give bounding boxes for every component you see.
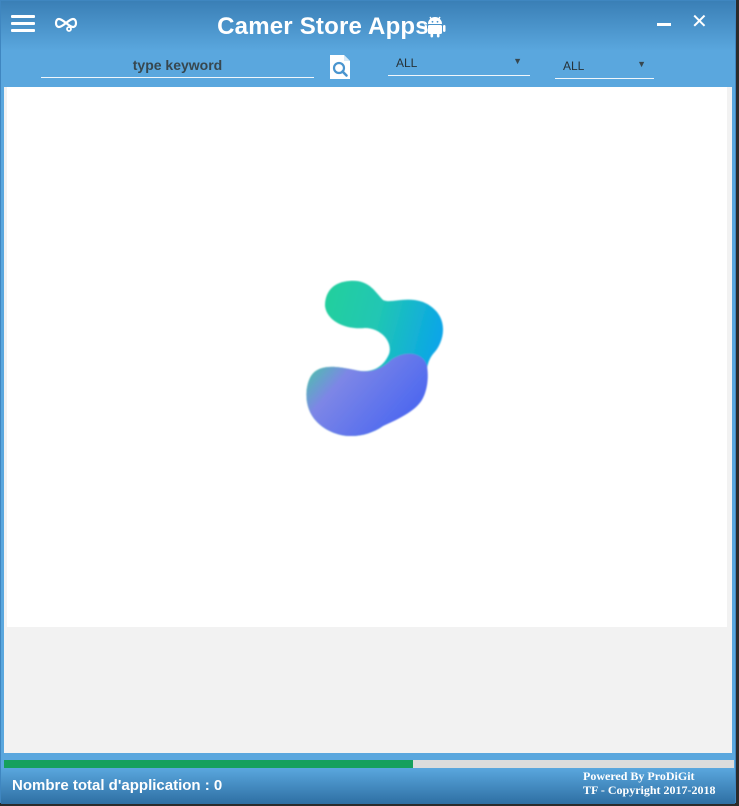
search-button[interactable] [328,53,352,81]
search-icon [330,55,350,79]
search-input[interactable] [41,53,314,78]
status-bar: Nombre total d'application : 0 Powered B… [1,768,735,804]
progress-fill [4,760,413,768]
type-filter-select[interactable]: ALL ▼ [555,56,654,79]
chevron-down-icon: ▼ [513,56,522,66]
loading-blob-icon [305,280,449,442]
category-filter-value: ALL [396,56,418,70]
close-button[interactable]: ✕ [691,12,711,32]
window-title: Camer Store Apps [217,13,429,40]
chevron-down-icon: ▼ [637,59,646,69]
credits: Powered By ProDiGit TF - Copyright 2017-… [583,769,716,797]
title-bar[interactable]: Camer Store Apps ✕ [1,1,735,51]
total-apps-label: Nombre total d'application : 0 [12,777,223,794]
loading-progress-bar [4,760,734,768]
type-filter-value: ALL [563,59,585,73]
minimize-icon [657,23,671,26]
android-icon[interactable] [424,14,446,38]
copyright-text: TF - Copyright 2017-2018 [583,783,716,797]
app-list-panel [7,87,727,627]
minimize-button[interactable] [657,11,673,33]
app-window: Camer Store Apps ✕ type keyword ALL ▼ AL… [0,0,736,804]
category-filter-select[interactable]: ALL ▼ [388,53,530,76]
app-list-area[interactable] [4,87,732,753]
powered-by-text: Powered By ProDiGit [583,769,695,783]
close-icon: ✕ [691,11,708,33]
